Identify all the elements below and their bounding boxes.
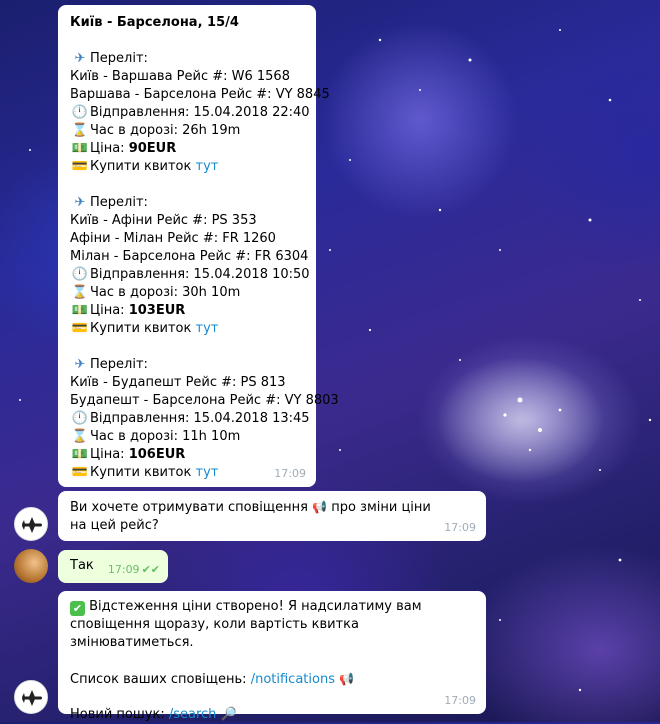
route-title: Київ - Барселона, 15/4 — [70, 15, 239, 30]
flight-leg: Мілан - Барселона Рейс #: FR 6304 — [70, 249, 309, 264]
message-time: 17:09 — [444, 694, 476, 707]
flight-leg: Будапешт - Барселона Рейс #: VY 8803 — [70, 393, 339, 408]
money-icon: 💵 — [71, 303, 89, 318]
loudspeaker-icon: 📢 — [339, 672, 355, 686]
credit-card-icon: 💳 — [71, 321, 89, 336]
buy-ticket-text: Купити квиток — [90, 465, 196, 480]
duration-text: Час в дорозі: 26h 19m — [90, 123, 241, 138]
bot-avatar[interactable] — [14, 507, 48, 541]
buy-ticket-link[interactable]: тут — [196, 465, 219, 480]
clock-icon: 🕛 — [71, 267, 89, 282]
flight-leg: Київ - Афіни Рейс #: PS 353 — [70, 213, 257, 228]
message-status: 17:09 ✔✔ — [108, 561, 160, 579]
confirmation-text: Відстеження ціни створено! Я надсилатиму… — [70, 599, 422, 650]
message-time: 17:09 — [107, 563, 140, 576]
question-text: Ви хочете отримувати сповіщення — [70, 500, 313, 515]
price-value: 90EUR — [128, 141, 177, 156]
clock-icon: 🕛 — [71, 105, 89, 120]
buy-ticket-link[interactable]: тут — [196, 321, 219, 336]
flight-label: Переліт: — [90, 357, 148, 372]
flight-leg: Київ - Будапешт Рейс #: PS 813 — [70, 375, 286, 390]
check-mark-icon: ✔ — [70, 601, 85, 616]
hourglass-icon: ⌛ — [71, 285, 89, 300]
departure-text: Відправлення: 15.04.2018 13:45 — [90, 411, 310, 426]
read-checkmarks-icon: ✔✔ — [141, 563, 160, 576]
user-reply-message: Так 17:09 ✔✔ — [58, 550, 168, 583]
money-icon: 💵 — [71, 447, 89, 462]
airplane-icon: ✈ — [74, 195, 86, 210]
flight-leg: Варшава - Барселона Рейс #: VY 8845 — [70, 87, 330, 102]
flight-leg: Афіни - Мілан Рейс #: FR 1260 — [70, 231, 276, 246]
flight-option-3: ✈ Переліт: Київ - Будапешт Рейс #: PS 813… — [70, 356, 339, 482]
price-label: Ціна: — [90, 303, 129, 318]
airplane-icon — [22, 517, 42, 533]
search-command-link[interactable]: /search — [169, 707, 217, 722]
price-value: 103EUR — [128, 303, 186, 318]
message-time: 17:09 — [444, 521, 476, 534]
notifications-label: Список ваших сповіщень: — [70, 672, 251, 687]
credit-card-icon: 💳 — [71, 465, 89, 480]
hourglass-icon: ⌛ — [71, 429, 89, 444]
flight-label: Переліт: — [90, 51, 148, 66]
airplane-icon: ✈ — [74, 357, 86, 372]
money-icon: 💵 — [71, 141, 89, 156]
flight-label: Переліт: — [90, 195, 148, 210]
buy-ticket-text: Купити квиток — [90, 159, 196, 174]
flight-option-2: ✈ Переліт: Київ - Афіни Рейс #: PS 353 Аф… — [70, 194, 310, 338]
reply-text: Так — [70, 558, 94, 573]
notifications-command-link[interactable]: /notifications — [251, 672, 335, 687]
new-search-label: Новий пошук: — [70, 707, 169, 722]
departure-text: Відправлення: 15.04.2018 22:40 — [90, 105, 310, 120]
bot-avatar[interactable] — [14, 680, 48, 714]
tracking-confirmation-message: ✔ Відстеження ціни створено! Я надсилати… — [58, 591, 486, 722]
departure-text: Відправлення: 15.04.2018 10:50 — [90, 267, 310, 282]
buy-ticket-link[interactable]: тут — [196, 159, 219, 174]
duration-text: Час в дорозі: 11h 10m — [90, 429, 241, 444]
flight-leg: Київ - Варшава Рейс #: W6 1568 — [70, 69, 290, 84]
hourglass-icon: ⌛ — [71, 123, 89, 138]
flight-results-message: Київ - Барселона, 15/4 ✈ Переліт: Київ - … — [58, 5, 339, 487]
buy-ticket-text: Купити квиток — [90, 321, 196, 336]
message-time: 17:09 — [274, 467, 306, 480]
airplane-icon — [22, 690, 42, 706]
duration-text: Час в дорозі: 30h 10m — [90, 285, 241, 300]
price-label: Ціна: — [90, 141, 129, 156]
clock-icon: 🕛 — [71, 411, 89, 426]
notification-question-message: Ви хочете отримувати сповіщення 📢 про зм… — [58, 491, 486, 541]
user-avatar[interactable] — [14, 549, 48, 583]
airplane-icon: ✈ — [74, 51, 86, 66]
credit-card-icon: 💳 — [71, 159, 89, 174]
magnifier-icon: 🔎 — [220, 707, 237, 722]
loudspeaker-icon: 📢 — [312, 500, 328, 514]
price-label: Ціна: — [90, 447, 129, 462]
flight-option-1: ✈ Переліт: Київ - Варшава Рейс #: W6 1568… — [70, 50, 330, 176]
price-value: 106EUR — [128, 447, 186, 462]
